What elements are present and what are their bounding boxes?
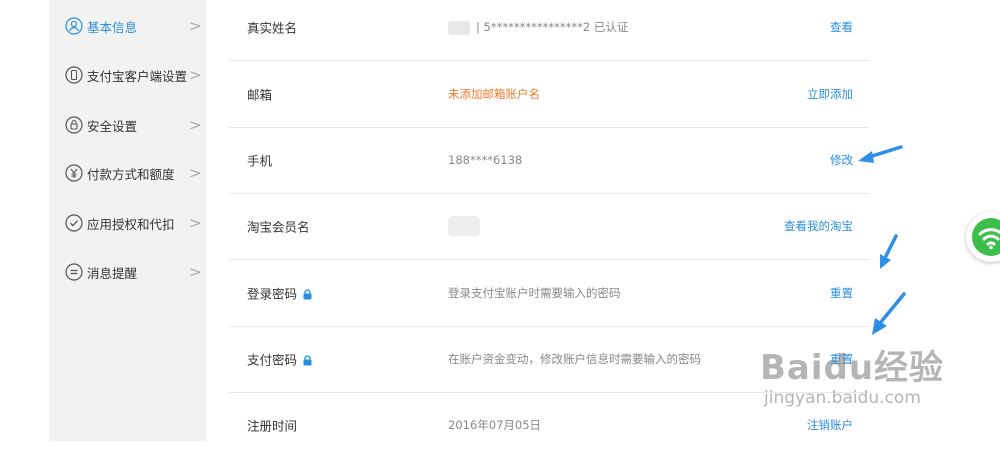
field-label-text: 支付密码 xyxy=(247,352,298,368)
row-taobao: 淘宝会员名 查看我的淘宝 xyxy=(229,193,869,260)
annotation-arrow-icon xyxy=(880,234,898,269)
chevron-right-icon: > xyxy=(189,66,202,84)
field-value: 2016年07月05日 xyxy=(448,418,542,432)
annotation-arrow-icon xyxy=(872,292,906,335)
user-icon xyxy=(65,17,83,35)
lock-icon xyxy=(303,354,312,369)
row-email: 邮箱 未添加邮箱账户名 立即添加 xyxy=(229,61,869,128)
watermark-url: jingyan.baidu.com xyxy=(764,388,921,408)
sidebar-item-label: 付款方式和额度 xyxy=(87,166,175,182)
sidebar-item-label: 安全设置 xyxy=(87,118,138,134)
sidebar-item-security[interactable]: 安全设置 > xyxy=(49,110,206,140)
lock-icon xyxy=(303,288,312,303)
sidebar-item-label: 消息提醒 xyxy=(87,265,138,281)
sidebar-item-basic-info[interactable]: 基本信息 > xyxy=(49,11,206,41)
sidebar: 基本信息 > 支付宝客户端设置 > 安全设置 > 付款方式和额度 > 应用授权和… xyxy=(49,0,206,441)
phone-icon xyxy=(65,66,83,84)
add-email-button[interactable]: 立即添加 xyxy=(807,86,853,102)
floating-wifi-button[interactable] xyxy=(966,212,1000,262)
field-value: 登录支付宝账户时需要输入的密码 xyxy=(448,286,621,300)
row-login-password: 登录密码 登录支付宝账户时需要输入的密码 重置 xyxy=(229,260,869,327)
sidebar-item-authorization[interactable]: 应用授权和代扣 > xyxy=(49,208,206,238)
sidebar-item-label: 基本信息 xyxy=(87,19,138,35)
field-label: 注册时间 xyxy=(247,418,298,434)
redacted-name xyxy=(448,20,470,35)
sidebar-item-client-settings[interactable]: 支付宝客户端设置 > xyxy=(49,60,206,90)
field-value: | 5****************2 已认证 xyxy=(448,19,628,35)
check-icon xyxy=(65,214,83,232)
redacted-taobao-name xyxy=(448,216,480,236)
view-button[interactable]: 查看 xyxy=(830,19,853,35)
modify-phone-button[interactable]: 修改 xyxy=(830,152,853,168)
sidebar-item-payment[interactable]: 付款方式和额度 > xyxy=(49,158,206,188)
watermark: Baidu经验 jingyan.baidu.com xyxy=(760,340,970,420)
field-label: 手机 xyxy=(247,153,273,169)
view-taobao-button[interactable]: 查看我的淘宝 xyxy=(784,218,853,234)
row-real-name: 真实姓名 | 5****************2 已认证 查看 xyxy=(229,0,869,61)
chevron-right-icon: > xyxy=(189,263,202,281)
chevron-right-icon: > xyxy=(189,116,202,134)
field-value: 188****6138 xyxy=(448,153,523,167)
id-number-value: | 5****************2 已认证 xyxy=(476,20,629,34)
field-value: 在账户资金变动，修改账户信息时需要输入的密码 xyxy=(448,352,701,366)
reset-login-password-button[interactable]: 重置 xyxy=(830,285,853,301)
sidebar-item-label: 支付宝客户端设置 xyxy=(87,68,188,84)
sidebar-item-label: 应用授权和代扣 xyxy=(87,216,175,232)
row-phone: 手机 188****6138 修改 xyxy=(229,127,869,194)
chevron-right-icon: > xyxy=(189,17,202,35)
field-label: 支付密码 xyxy=(247,350,312,369)
field-label: 邮箱 xyxy=(247,87,273,103)
field-value: 未添加邮箱账户名 xyxy=(448,87,540,101)
message-icon xyxy=(65,263,83,281)
lock-icon xyxy=(65,116,83,134)
field-label: 真实姓名 xyxy=(247,20,298,36)
wifi-icon xyxy=(972,218,1000,256)
chevron-right-icon: > xyxy=(189,214,202,232)
field-label: 淘宝会员名 xyxy=(247,219,310,235)
sidebar-item-notifications[interactable]: 消息提醒 > xyxy=(49,257,206,287)
chevron-right-icon: > xyxy=(189,164,202,182)
field-label-text: 登录密码 xyxy=(247,286,298,302)
yuan-icon xyxy=(65,164,83,182)
watermark-logo: Baidu经验 xyxy=(760,348,945,388)
field-value xyxy=(448,216,480,236)
field-label: 登录密码 xyxy=(247,284,312,303)
annotation-arrow-icon xyxy=(858,145,903,163)
